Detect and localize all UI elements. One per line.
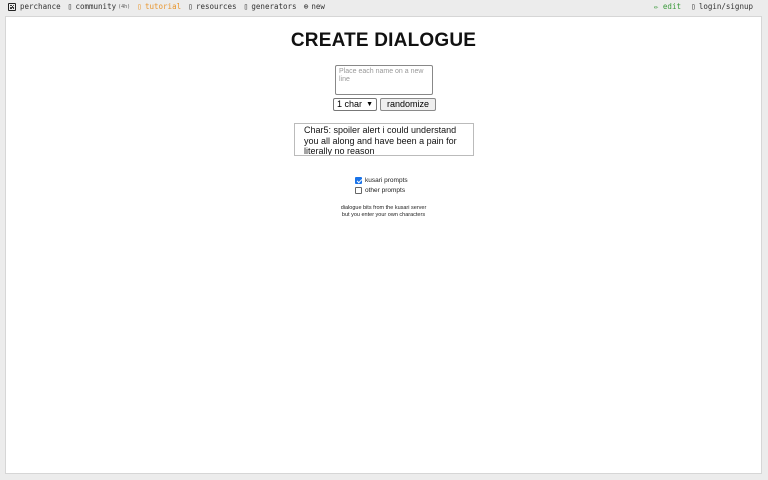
other-prompts-checkbox[interactable]: [355, 187, 362, 194]
nav-left: perchance ▯ community (4h) ▯ tutorial ▯ …: [8, 2, 332, 11]
user-icon: ▯: [690, 2, 696, 11]
kusari-prompts-option[interactable]: kusari prompts: [355, 177, 408, 184]
names-input[interactable]: Place each name on a new line: [335, 65, 433, 95]
nav-community-label: community: [75, 2, 117, 11]
page-title: CREATE DIALOGUE: [290, 30, 477, 51]
char-count-value: 1 char: [337, 99, 363, 109]
nav-community-count: (4h): [118, 3, 131, 10]
generator-panel: CREATE DIALOGUE Place each name on a new…: [5, 16, 762, 474]
grid-icon: ▯: [243, 2, 249, 11]
footer-line-2: but you enter your own characters: [341, 211, 426, 218]
nav-generators[interactable]: ▯ generators: [244, 2, 297, 11]
dialogue-output: Char5: spoiler alert i could understand …: [294, 123, 474, 156]
chevron-down-icon: ▼: [366, 101, 373, 108]
nav-resources[interactable]: ▯ resources: [188, 2, 236, 11]
nav-perchance-label: perchance: [20, 2, 61, 11]
people-icon: ▯: [67, 2, 73, 11]
plus-circle-icon: ⊕: [303, 2, 309, 11]
kusari-prompts-label: kusari prompts: [365, 177, 408, 184]
tools-icon: ▯: [188, 2, 193, 11]
nav-resources-label: resources: [195, 2, 237, 11]
login-link[interactable]: ▯ login/signup: [691, 2, 753, 11]
footer-note: dialogue bits from the kusari server but…: [6, 205, 761, 218]
nav-perchance[interactable]: perchance: [8, 2, 61, 11]
nav-tutorial[interactable]: ▯ tutorial: [137, 2, 181, 11]
char-count-select[interactable]: 1 char ▼: [333, 98, 377, 111]
dice-icon: [8, 2, 16, 11]
other-prompts-label: other prompts: [365, 187, 406, 194]
edit-link[interactable]: ✏ edit: [654, 2, 681, 11]
other-prompts-option[interactable]: other prompts: [355, 187, 405, 194]
nav-community[interactable]: ▯ community (4h): [68, 2, 131, 11]
nav-generators-label: generators: [251, 2, 297, 11]
nav-new-label: new: [311, 2, 325, 11]
randomize-button[interactable]: randomize: [380, 98, 436, 111]
nav-new[interactable]: ⊕ new: [304, 2, 325, 11]
book-icon: ▯: [137, 2, 142, 11]
top-nav: perchance ▯ community (4h) ▯ tutorial ▯ …: [0, 0, 768, 16]
kusari-prompts-checkbox[interactable]: [355, 177, 362, 184]
login-label: login/signup: [698, 2, 753, 11]
nav-tutorial-label: tutorial: [144, 2, 182, 11]
nav-right: ✏ edit ▯ login/signup: [654, 2, 760, 11]
